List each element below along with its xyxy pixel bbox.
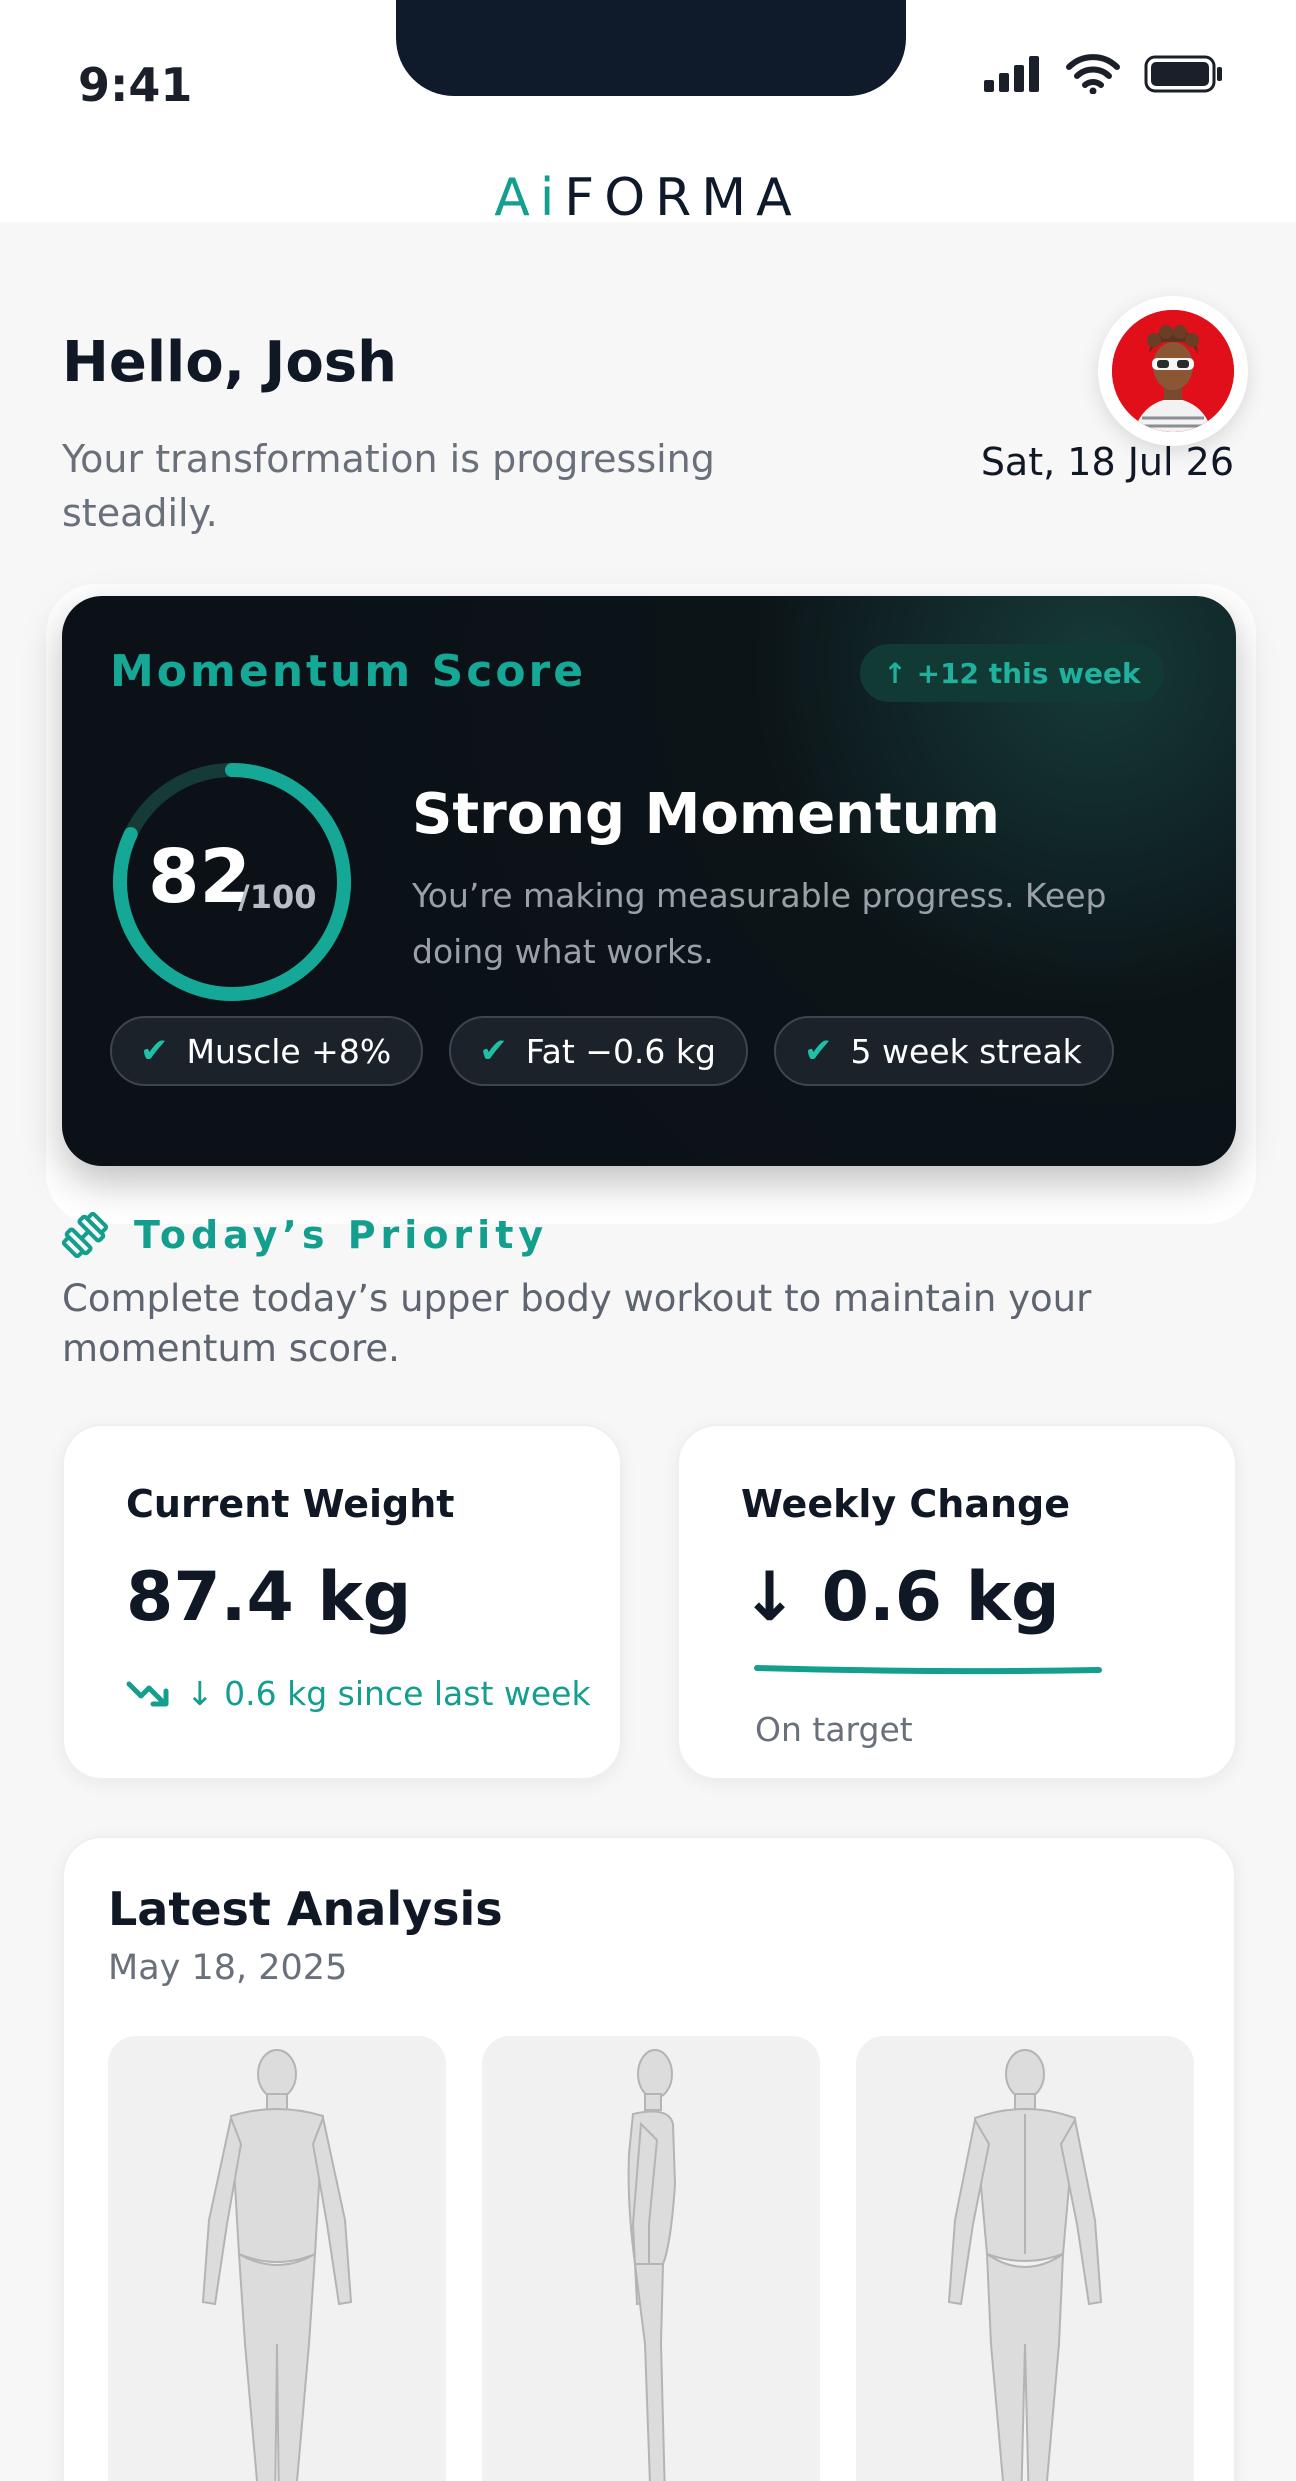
greeting-title: Hello, Josh: [62, 330, 397, 395]
status-bar: 9:41 AiFORMA: [0, 0, 1296, 228]
body-photo-back[interactable]: [856, 2036, 1194, 2481]
momentum-description: You’re making measurable progress. Keep …: [412, 876, 1107, 971]
app-screen: 9:41 AiFORMA Hello, Josh Your transforma…: [0, 0, 1296, 2481]
weight-value: 87.4 kg: [126, 1558, 412, 1637]
analysis-date: May 18, 2025: [108, 1948, 348, 1988]
check-icon: ✔: [479, 1031, 508, 1071]
greeting-subtitle: Your transformation is progressing stead…: [62, 437, 715, 535]
analysis-title: Latest Analysis: [108, 1882, 503, 1936]
app-logo: AiFORMA: [0, 168, 1296, 228]
logo-prefix: Ai: [494, 168, 565, 228]
chip-label: 5 week streak: [850, 1031, 1082, 1071]
weight-label: Current Weight: [126, 1482, 455, 1526]
priority-title: Today’s Priority: [134, 1213, 549, 1257]
momentum-headline: Strong Momentum: [412, 782, 1001, 847]
wifi-icon: [1066, 54, 1120, 94]
signal-icon: [984, 56, 1039, 92]
momentum-title: Momentum Score: [110, 646, 587, 697]
body-figure-front: [201, 2049, 353, 2481]
analysis-photos: [108, 2036, 1194, 2481]
body-photo-side[interactable]: [482, 2036, 820, 2481]
weight-trend: ↓ 0.6 kg since last week: [126, 1674, 591, 1713]
body-figure-side: [627, 2049, 677, 2481]
priority-header: Today’s Priority: [62, 1212, 548, 1258]
chip-fat[interactable]: ✔ Fat −0.6 kg: [449, 1016, 748, 1086]
dumbbell-icon: [62, 1212, 108, 1258]
weekly-change-badge: ↑ +12 this week: [860, 644, 1164, 702]
priority-text: Complete today’s upper body workout to m…: [62, 1277, 1092, 1370]
notch: [396, 0, 906, 96]
chip-streak[interactable]: ✔ 5 week streak: [773, 1016, 1114, 1086]
body-photo-front[interactable]: [108, 2036, 446, 2481]
current-date: Sat, 18 Jul 26: [980, 440, 1234, 484]
target-line: [754, 1665, 1102, 1675]
avatar[interactable]: [1098, 296, 1248, 446]
chip-label: Muscle +8%: [186, 1031, 392, 1071]
trend-down-icon: [126, 1681, 169, 1706]
avatar-photo: [1112, 310, 1234, 432]
change-status: On target: [755, 1710, 913, 1749]
body-figure-back: [947, 2049, 1103, 2481]
current-weight-card[interactable]: Current Weight 87.4 kg ↓ 0.6 kg since la…: [62, 1424, 622, 1780]
check-icon: ✔: [140, 1031, 169, 1071]
latest-analysis-card[interactable]: Latest Analysis May 18, 2025: [62, 1836, 1236, 2481]
avatar-illustration: [1112, 310, 1234, 432]
chip-label: Fat −0.6 kg: [525, 1031, 716, 1071]
momentum-card[interactable]: Momentum Score ↑ +12 this week 82 /100 S…: [62, 596, 1236, 1166]
score-value: 82: [148, 834, 251, 920]
change-value: ↓ 0.6 kg: [741, 1558, 1060, 1637]
status-icons: [984, 54, 1224, 94]
change-label: Weekly Change: [741, 1482, 1071, 1526]
chip-muscle[interactable]: ✔ Muscle +8%: [110, 1016, 424, 1086]
weight-trend-text: ↓ 0.6 kg since last week: [186, 1674, 591, 1713]
status-time: 9:41: [78, 58, 193, 112]
battery-icon: [1144, 55, 1222, 93]
score-max: /100: [238, 878, 317, 916]
logo-suffix: FORMA: [564, 168, 802, 228]
weekly-change-card[interactable]: Weekly Change ↓ 0.6 kg On target: [677, 1424, 1237, 1780]
momentum-chips: ✔ Muscle +8% ✔ Fat −0.6 kg ✔ 5 week stre…: [110, 1016, 1114, 1086]
check-icon: ✔: [803, 1031, 833, 1071]
